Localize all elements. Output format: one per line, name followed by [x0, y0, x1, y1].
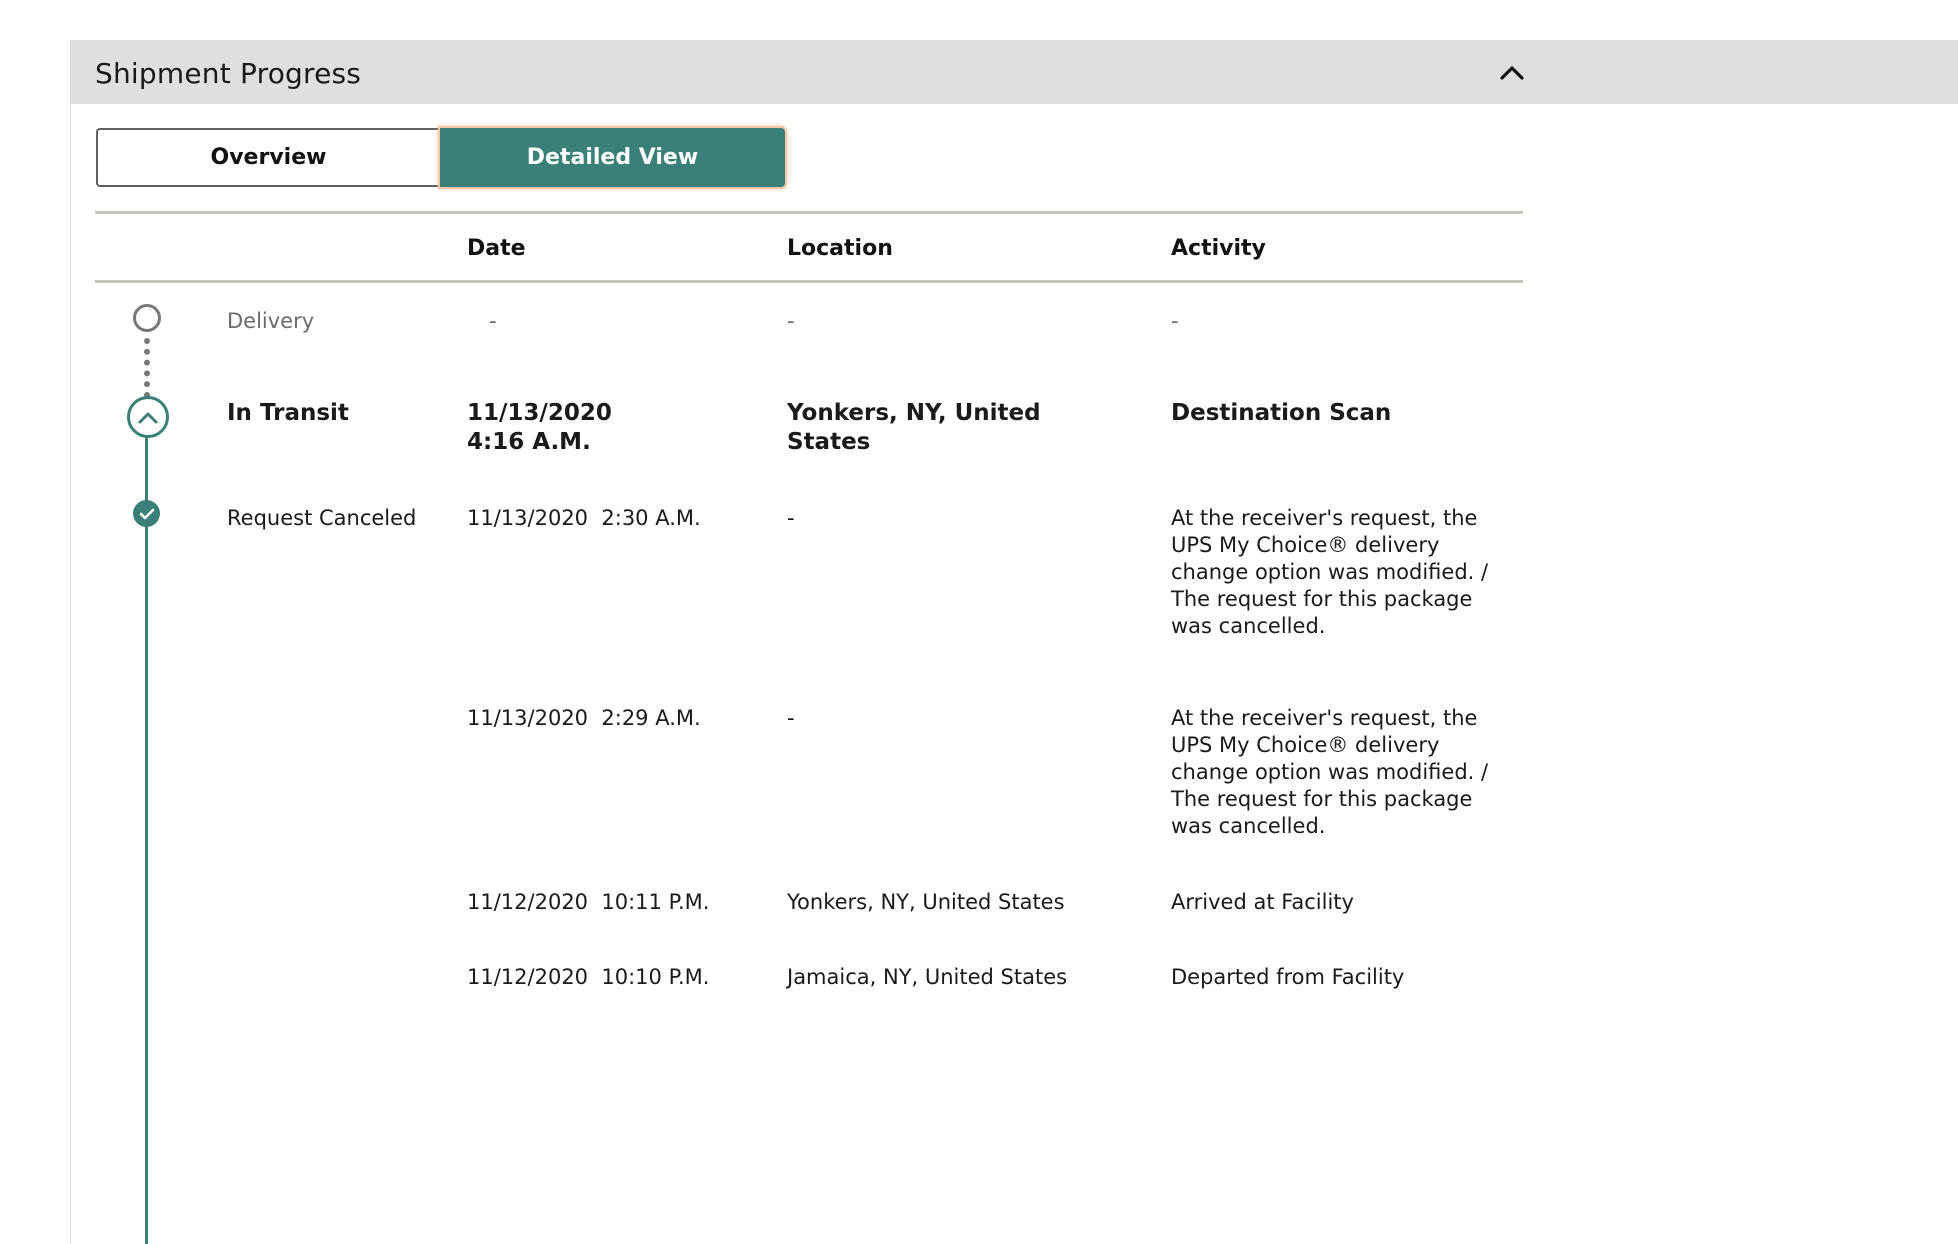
milestone-status: Delivery: [227, 309, 315, 333]
event-date: 11/12/2020 10:10 P.M.: [467, 965, 710, 989]
event-activity-line: UPS My Choice® delivery: [1171, 533, 1440, 557]
shipment-progress-panel: Shipment Progress Overview Detailed View…: [70, 40, 1958, 1244]
event-activity: At the receiver's request, the UPS My Ch…: [1171, 705, 1488, 840]
event-location: Yonkers, NY, United States: [787, 890, 1065, 914]
chevron-up-icon[interactable]: [1499, 60, 1525, 86]
event-date: 11/13/2020 2:30 A.M.: [467, 506, 701, 530]
milestone-activity: Destination Scan: [1171, 400, 1392, 426]
milestone-time-line: 4:16 A.M.: [467, 429, 591, 455]
timeline-dotted-connector: [144, 338, 150, 398]
event-activity: Arrived at Facility: [1171, 890, 1354, 914]
event-date: 11/13/2020 2:29 A.M.: [467, 706, 701, 730]
delivery-pending-icon: [133, 304, 161, 332]
event-activity-line: change option was modified. /: [1171, 560, 1489, 584]
milestone-location: Yonkers, NY, United States: [787, 399, 1041, 457]
event-activity-line: At the receiver's request, the: [1171, 506, 1478, 530]
milestone-status: In Transit: [227, 400, 349, 426]
milestone-location-line: Yonkers, NY, United: [787, 400, 1041, 426]
table-top-divider: [95, 211, 1523, 214]
location-column-header: Location: [787, 236, 893, 261]
panel-header[interactable]: Shipment Progress: [71, 40, 1958, 104]
event-activity-line: change option was modified. /: [1171, 760, 1489, 784]
event-location: Jamaica, NY, United States: [787, 965, 1068, 989]
event-activity: At the receiver's request, the UPS My Ch…: [1171, 505, 1488, 640]
event-location: -: [787, 506, 795, 530]
milestone-location-line: States: [787, 429, 871, 455]
event-date: 11/12/2020 10:11 P.M.: [467, 890, 710, 914]
event-location: -: [787, 706, 795, 730]
event-activity-line: was cancelled.: [1171, 814, 1326, 838]
event-activity-line: The request for this package: [1171, 787, 1473, 811]
detailed-view-tab[interactable]: Detailed View: [440, 128, 785, 187]
milestone-status: Request Canceled: [227, 506, 417, 530]
milestone-date: -: [489, 309, 497, 333]
checkmark-icon: [133, 500, 160, 527]
overview-tab[interactable]: Overview: [96, 128, 441, 187]
in-transit-chevron-icon[interactable]: [127, 396, 169, 438]
event-activity: Departed from Facility: [1171, 965, 1405, 989]
event-activity-line: UPS My Choice® delivery: [1171, 733, 1440, 757]
activity-column-header: Activity: [1171, 236, 1266, 261]
panel-title: Shipment Progress: [95, 57, 362, 90]
milestone-date-line: 11/13/2020: [467, 400, 612, 426]
chevron-up-icon: [138, 412, 158, 424]
event-activity-line: At the receiver's request, the: [1171, 706, 1478, 730]
date-column-header: Date: [467, 236, 526, 261]
view-toggle: Overview Detailed View: [96, 128, 786, 187]
table-header-divider: [95, 280, 1523, 283]
milestone-location: -: [787, 309, 795, 333]
timeline-line: [145, 436, 148, 502]
event-activity-line: was cancelled.: [1171, 614, 1326, 638]
milestone-activity: -: [1171, 309, 1179, 333]
milestone-date: 11/13/2020 4:16 A.M.: [467, 399, 612, 457]
event-activity-line: The request for this package: [1171, 587, 1473, 611]
timeline-line: [145, 526, 148, 1244]
